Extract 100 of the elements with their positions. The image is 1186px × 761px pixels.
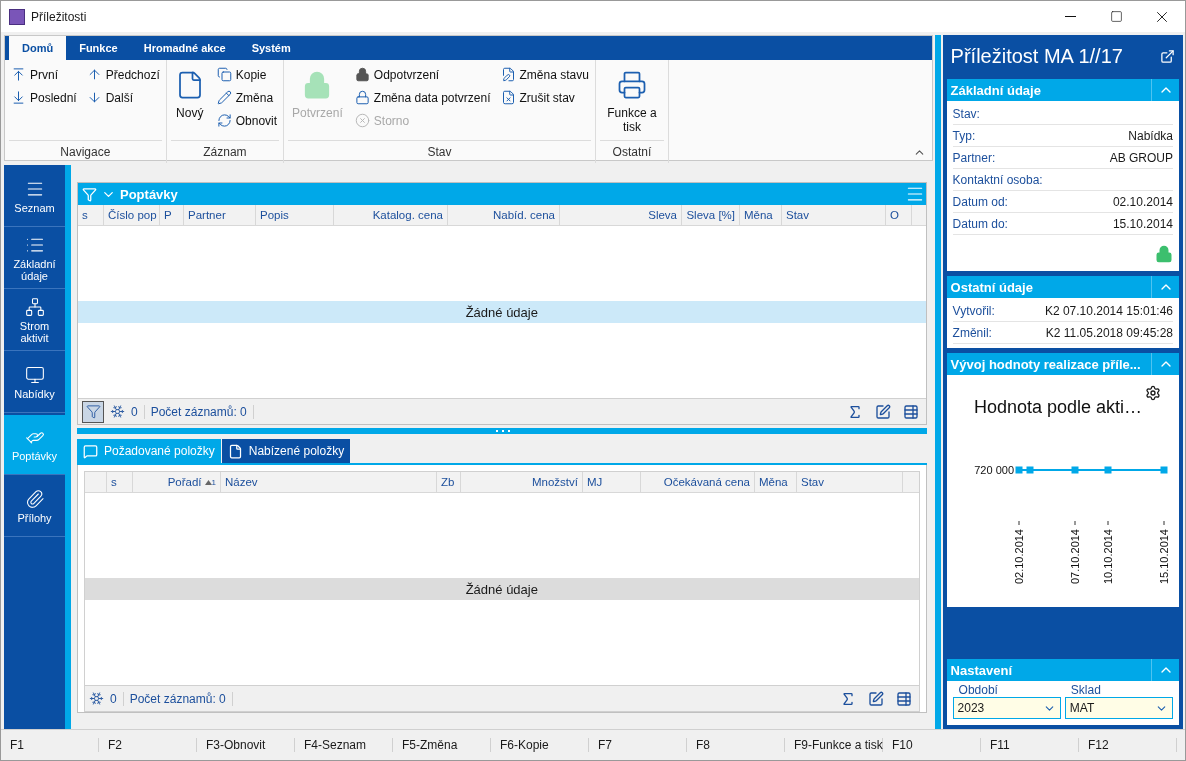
function-key[interactable]: F1 (1, 738, 99, 752)
ribbon-button[interactable]: Odpotvrzení (352, 64, 493, 85)
ribbon-button[interactable]: Obnovit (214, 110, 280, 131)
column-header[interactable]: Partner (184, 205, 256, 225)
column-header[interactable]: s (78, 205, 104, 225)
pop-out-icon[interactable] (1160, 48, 1175, 64)
settings-icon[interactable] (1145, 385, 1161, 401)
date-label: 07.10.2014 (1068, 529, 1081, 585)
column-header[interactable]: Zb (437, 472, 461, 492)
field-label: Datum do: (952, 216, 1008, 231)
column-header[interactable]: P (160, 205, 184, 225)
column-header[interactable]: Stav (797, 472, 903, 492)
pencil-icon (216, 90, 232, 105)
field-label: Stav: (952, 106, 980, 121)
field-label: Sklad (1069, 683, 1102, 697)
document-icon (227, 443, 243, 459)
ribbon-tab[interactable]: Domů (9, 36, 67, 60)
field-value: 02.10.2014 (1112, 194, 1173, 209)
function-key[interactable]: F9-Funkce a tisk (785, 738, 883, 752)
column-header[interactable]: Nabíd. cena (448, 205, 560, 225)
column-header[interactable]: Popis (256, 205, 334, 225)
field-label: Období (957, 683, 999, 697)
column-header[interactable]: Měna (740, 205, 782, 225)
field-label: Datum od: (952, 194, 1008, 209)
group-label: Záznam (170, 140, 280, 163)
window-title: Příležitosti (31, 9, 88, 24)
group-label: Navigace (9, 140, 162, 163)
sort-ascending-icon (204, 479, 212, 485)
function-key[interactable]: F8 (687, 738, 785, 752)
splitter-bar[interactable] (934, 35, 941, 729)
filter-count: 0 (131, 404, 145, 419)
section-title: Vývoj hodnoty realizace příle... (950, 356, 1141, 372)
column-header[interactable]: Sleva [%] (682, 205, 740, 225)
column-header[interactable]: Sleva (560, 205, 682, 225)
function-key[interactable]: F6-Kopie (491, 738, 589, 752)
lock-icon (354, 90, 370, 105)
snowflake-icon (110, 404, 125, 419)
tab[interactable]: Nabízené položky (221, 439, 351, 463)
table-icon (902, 403, 919, 420)
filter-button[interactable] (82, 400, 104, 423)
ribbon-button[interactable]: Předchozí (84, 64, 162, 85)
column-header[interactable]: Množství (461, 472, 583, 492)
column-header[interactable]: Stav (782, 205, 886, 225)
dropdown-field[interactable]: 2023 (952, 697, 1061, 719)
maximize-icon (1109, 10, 1123, 23)
ribbon-button[interactable]: Zrušit stav (498, 87, 591, 108)
table-icon (895, 690, 912, 707)
field-label: Vytvořil: (952, 303, 995, 318)
arrow-down-icon (86, 90, 102, 105)
ribbon-button[interactable]: Další (84, 87, 162, 108)
pencil-icon (867, 690, 884, 707)
paperclip-icon (24, 489, 45, 509)
function-key[interactable]: F5-Změna (393, 738, 491, 752)
ribbon-button[interactable]: První (9, 64, 79, 85)
app-icon (9, 8, 25, 25)
ribbon-button[interactable]: Změna stavu (498, 64, 591, 85)
function-key[interactable]: F2 (99, 738, 197, 752)
function-key[interactable]: F10 (883, 738, 981, 752)
lock-icon (354, 67, 370, 82)
section-title: Nastavení (950, 662, 1012, 678)
ribbon-tab[interactable]: Funkce (66, 36, 131, 60)
detail-title: Příležitost MA 1//17 (950, 44, 1123, 68)
dropdown-field[interactable]: MAT (1064, 697, 1173, 719)
function-key[interactable]: F3-Obnovit (197, 738, 295, 752)
refresh-icon (216, 113, 232, 128)
group-label: Stav (288, 140, 591, 163)
column-header[interactable]: Název (221, 472, 437, 492)
column-header[interactable]: s (107, 472, 133, 492)
column-header[interactable]: Měna (755, 472, 797, 492)
column-header[interactable]: Katalog. cena (334, 205, 448, 225)
ribbon-tab[interactable]: Systém (238, 36, 304, 60)
snowflake-icon (89, 691, 104, 706)
ribbon-tab[interactable]: Hromadné akce (130, 36, 239, 60)
arrow-down-to-line-icon (11, 90, 26, 105)
grid-title: Poptávky (120, 186, 179, 202)
date-label: 15.10.2014 (1157, 529, 1170, 585)
document-pen-icon (500, 67, 516, 82)
ribbon-button[interactable]: Změna data potvrzení (352, 87, 493, 108)
document-x-icon (500, 90, 516, 105)
function-key[interactable]: F7 (589, 738, 687, 752)
ribbon-button[interactable]: Poslední (9, 87, 79, 108)
field-label: Kontaktní osoba: (952, 172, 1043, 187)
function-key[interactable]: F12 (1079, 738, 1177, 752)
function-key[interactable]: F11 (981, 738, 1079, 752)
field-label: Partner: (952, 150, 996, 165)
ribbon-button[interactable]: Kopie (214, 64, 280, 85)
function-key[interactable]: F4-Seznam (295, 738, 393, 752)
empty-message: Žádné údaje (85, 578, 919, 600)
ribbon-button[interactable]: Změna (214, 87, 280, 108)
group-label: Ostatní (599, 140, 664, 163)
ribbon-button[interactable]: Funkce a tisk (599, 64, 664, 140)
column-header[interactable]: Číslo pop (104, 205, 160, 225)
sort-order: 1 (211, 477, 216, 487)
column-header[interactable]: Očekávaná cena (641, 472, 755, 492)
field-value: Nabídka (1128, 128, 1173, 143)
column-header[interactable]: MJ (583, 472, 641, 492)
column-header[interactable]: O (886, 205, 912, 225)
tick-mark (1163, 520, 1165, 526)
ribbon-button[interactable]: Nový (170, 64, 209, 126)
value-label: 720 000 (973, 464, 1014, 476)
